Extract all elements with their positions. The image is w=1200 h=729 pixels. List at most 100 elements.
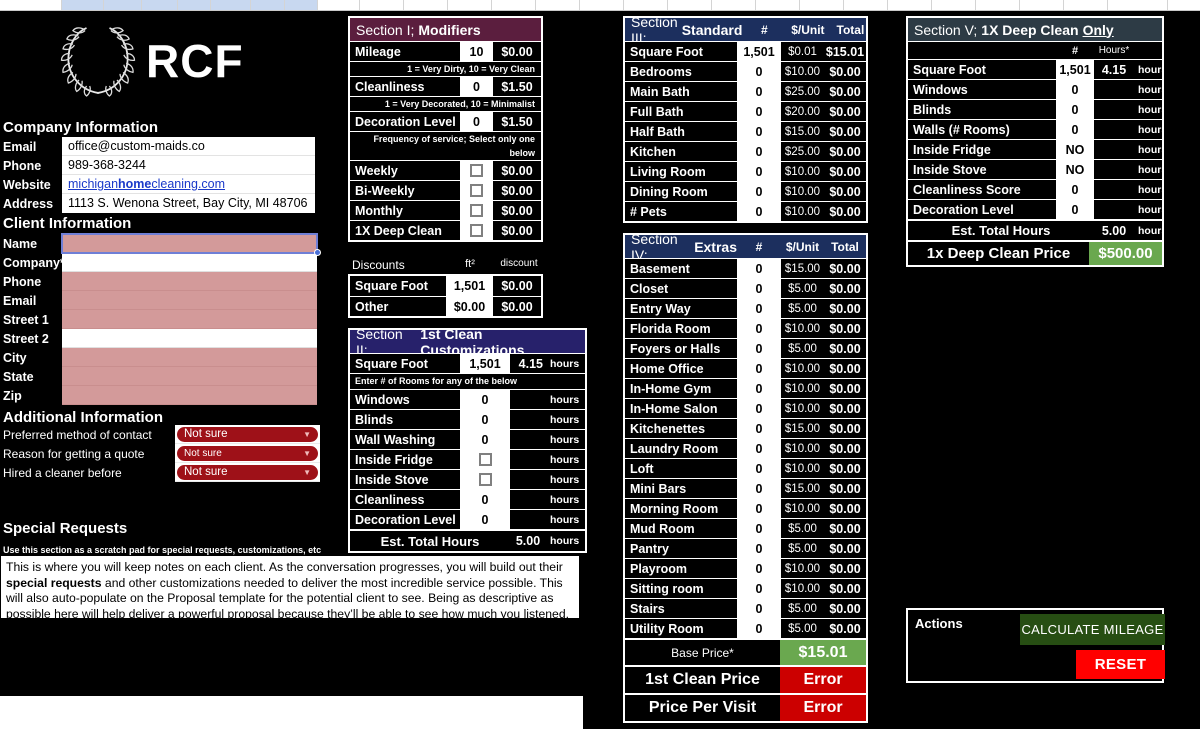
- column-header-g[interactable]: [251, 0, 285, 10]
- section-4-qty-utility-room[interactable]: 0: [737, 619, 781, 638]
- section-3-qty-bedrooms[interactable]: 0: [737, 62, 781, 81]
- client-input-email[interactable]: [62, 291, 317, 310]
- column-header-s[interactable]: [756, 0, 800, 10]
- client-input-company[interactable]: [62, 253, 317, 272]
- dropdown-preferred-contact[interactable]: Not sure ▼: [177, 426, 318, 442]
- section-2-checkbox-inside-stove[interactable]: [460, 470, 510, 489]
- discounts-qty-square-foot[interactable]: 1,501: [446, 276, 493, 296]
- section-2-value-square-foot[interactable]: 1,501: [460, 354, 510, 373]
- client-input-city[interactable]: [62, 348, 317, 367]
- checkbox-icon[interactable]: [478, 453, 492, 466]
- section-4-qty-pantry[interactable]: 0: [737, 539, 781, 558]
- column-header-j[interactable]: [360, 0, 404, 10]
- section-1-value-mileage[interactable]: 10: [460, 42, 493, 61]
- section-4-qty-basement[interactable]: 0: [737, 259, 781, 278]
- section-5-qty-windows[interactable]: 0: [1056, 80, 1094, 99]
- special-requests-textarea[interactable]: This is where you will keep notes on eac…: [1, 556, 579, 621]
- company-value-phone[interactable]: 989-368-3244: [62, 156, 315, 175]
- column-header-f[interactable]: [211, 0, 251, 10]
- column-header-p[interactable]: [624, 0, 668, 10]
- section-3-qty-square-foot[interactable]: 1,501: [737, 42, 781, 61]
- column-header-n[interactable]: [536, 0, 580, 10]
- column-header-w[interactable]: [932, 0, 976, 10]
- section-4-qty-entry-way[interactable]: 0: [737, 299, 781, 318]
- checkbox-icon[interactable]: [470, 164, 483, 177]
- section-4-qty-sitting-room[interactable]: 0: [737, 579, 781, 598]
- column-header-c[interactable]: [104, 0, 142, 10]
- reset-button[interactable]: RESET: [1076, 650, 1165, 679]
- section-5-qty-blinds[interactable]: 0: [1056, 100, 1094, 119]
- additional-cell-hired-before[interactable]: Not sure ▼: [175, 463, 320, 482]
- section-4-qty-florida-room[interactable]: 0: [737, 319, 781, 338]
- section-5-qty-inside-stove[interactable]: NO: [1056, 160, 1094, 179]
- section-3-qty-full-bath[interactable]: 0: [737, 102, 781, 121]
- section-2-checkbox-inside-fridge[interactable]: [460, 450, 510, 469]
- section-4-qty-foyers-or-halls[interactable]: 0: [737, 339, 781, 358]
- section-2-value-windows[interactable]: 0: [460, 390, 510, 409]
- section-1-checkbox-weekly[interactable]: [460, 161, 493, 180]
- section-4-qty-laundry-room[interactable]: 0: [737, 439, 781, 458]
- client-input-name[interactable]: [61, 233, 321, 256]
- section-2-value-wall-washing[interactable]: 0: [460, 430, 510, 449]
- selection-handle[interactable]: [314, 249, 321, 256]
- company-value-email[interactable]: office@custom-maids.co: [62, 137, 315, 156]
- section-3-qty-half-bath[interactable]: 0: [737, 122, 781, 141]
- section-1-value-decoration-level[interactable]: 0: [460, 112, 493, 131]
- section-5-qty-cleanliness-score[interactable]: 0: [1056, 180, 1094, 199]
- section-5-qty-decoration-level[interactable]: 0: [1056, 200, 1094, 219]
- company-value-website[interactable]: michiganhomecleaning.com: [62, 175, 315, 194]
- dropdown-hired-cleaner-before[interactable]: Not sure ▼: [177, 464, 318, 480]
- column-header-l[interactable]: [448, 0, 492, 10]
- client-input-street2[interactable]: [62, 329, 317, 348]
- section-4-qty-closet[interactable]: 0: [737, 279, 781, 298]
- discounts-qty-other[interactable]: $0.00: [446, 297, 493, 316]
- additional-cell-contact-method[interactable]: Not sure ▼: [175, 425, 320, 444]
- section-4-qty-playroom[interactable]: 0: [737, 559, 781, 578]
- section-4-qty-kitchenettes[interactable]: 0: [737, 419, 781, 438]
- column-header-a[interactable]: [0, 0, 62, 10]
- section-4-qty-morning-room[interactable]: 0: [737, 499, 781, 518]
- section-4-qty-home-office[interactable]: 0: [737, 359, 781, 378]
- calculate-mileage-button[interactable]: CALCULATE MILEAGE: [1020, 614, 1165, 645]
- checkbox-icon[interactable]: [470, 224, 483, 237]
- column-header-m[interactable]: [492, 0, 536, 10]
- section-5-qty-walls[interactable]: 0: [1056, 120, 1094, 139]
- section-1-checkbox-deep-clean[interactable]: [460, 221, 493, 240]
- column-header-i[interactable]: [318, 0, 360, 10]
- column-header-y[interactable]: [1020, 0, 1064, 10]
- column-header-x[interactable]: [976, 0, 1020, 10]
- column-header-aa[interactable]: [1108, 0, 1168, 10]
- section-3-qty-kitchen[interactable]: 0: [737, 142, 781, 161]
- section-4-qty-stairs[interactable]: 0: [737, 599, 781, 618]
- column-header-t[interactable]: [800, 0, 844, 10]
- section-5-qty-square-foot[interactable]: 1,501: [1056, 60, 1094, 79]
- section-4-qty-in-home-gym[interactable]: 0: [737, 379, 781, 398]
- checkbox-icon[interactable]: [470, 184, 483, 197]
- column-header-b[interactable]: [62, 0, 104, 10]
- column-header-o[interactable]: [580, 0, 624, 10]
- client-input-state[interactable]: [62, 367, 317, 386]
- column-header-d[interactable]: [142, 0, 178, 10]
- company-website-link[interactable]: michiganhomecleaning.com: [68, 177, 225, 191]
- section-2-value-blinds[interactable]: 0: [460, 410, 510, 429]
- section-4-qty-in-home-salon[interactable]: 0: [737, 399, 781, 418]
- column-header-q[interactable]: [668, 0, 712, 10]
- section-4-qty-loft[interactable]: 0: [737, 459, 781, 478]
- section-5-qty-inside-fridge[interactable]: NO: [1056, 140, 1094, 159]
- client-input-zip[interactable]: [62, 386, 317, 405]
- section-1-value-cleanliness[interactable]: 0: [460, 77, 493, 96]
- column-header-k[interactable]: [404, 0, 448, 10]
- section-2-value-decoration-level[interactable]: 0: [460, 510, 510, 529]
- dropdown-quote-reason[interactable]: Not sure ▼: [177, 445, 318, 461]
- column-header-u[interactable]: [844, 0, 888, 10]
- column-header-v[interactable]: [888, 0, 932, 10]
- column-header-e[interactable]: [178, 0, 211, 10]
- checkbox-icon[interactable]: [478, 473, 492, 486]
- client-input-street1[interactable]: [62, 310, 317, 329]
- column-header-h[interactable]: [285, 0, 318, 10]
- section-3-qty-main-bath[interactable]: 0: [737, 82, 781, 101]
- column-header-z[interactable]: [1064, 0, 1108, 10]
- company-value-address[interactable]: 1113 S. Wenona Street, Bay City, MI 4870…: [62, 194, 315, 213]
- section-3-qty-living-room[interactable]: 0: [737, 162, 781, 181]
- spreadsheet-column-headers[interactable]: [0, 0, 1200, 11]
